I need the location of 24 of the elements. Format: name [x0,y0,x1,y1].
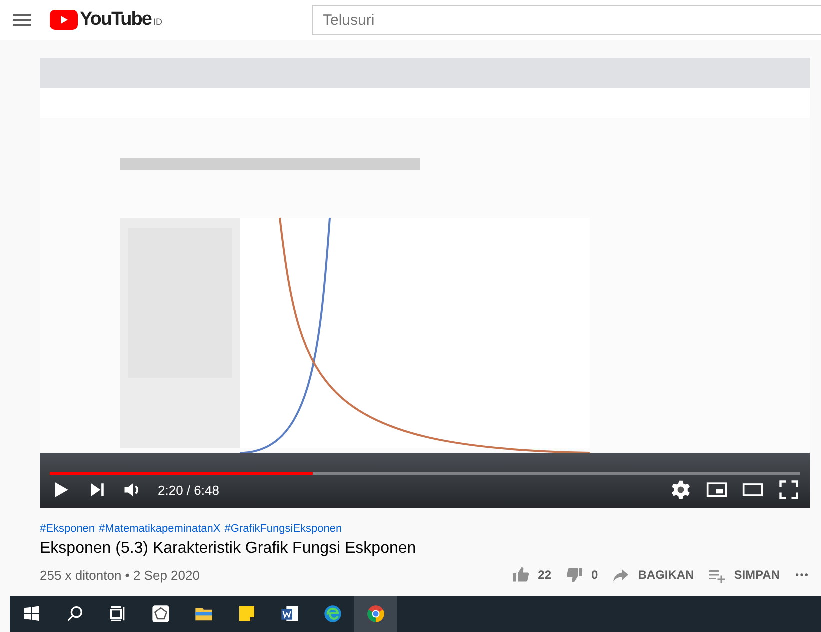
region-label: ID [153,17,162,27]
save-button[interactable]: SIMPAN [708,566,780,584]
time-display: 2:20 / 6:48 [158,482,220,498]
play-logo-icon[interactable] [50,10,78,30]
sticky-note-icon [236,604,256,624]
hashtag-link[interactable]: #Eksponen [40,523,96,535]
view-info: 255 x ditonton • 2 Sep 2020 [40,568,201,582]
fullscreen-icon[interactable] [778,479,800,501]
like-button[interactable]: 22 [512,566,552,584]
dislike-button[interactable]: 0 [566,566,598,584]
chrome-icon [366,604,386,624]
search-field[interactable]: Telusuri [312,5,821,35]
windows-icon [22,604,42,624]
task-view-icon [108,604,128,624]
logo-text[interactable]: YouTube [80,9,152,31]
settings-icon[interactable] [670,479,692,501]
video-title: Eksponen (5.3) Karakteristik Grafik Fungsi Eskponen [40,540,418,558]
hashtag-link[interactable]: #GrafikFungsiEksponen [224,523,342,535]
hashtag-link[interactable]: #MatematikapeminatanX [99,523,221,535]
share-button[interactable]: BAGIKAN [612,566,694,584]
edge-icon [322,604,342,624]
document-icon [280,604,300,624]
thumbs-down-icon [566,566,584,584]
thumbs-up-icon [512,566,530,584]
